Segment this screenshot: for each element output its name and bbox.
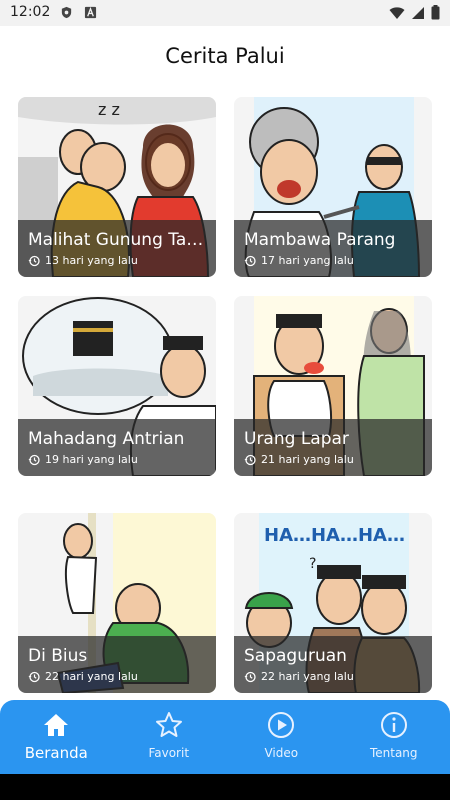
history-icon: [244, 255, 256, 266]
story-title: Di Bius: [28, 646, 88, 666]
battery-icon: [431, 5, 440, 20]
font-a-icon: [84, 6, 97, 19]
story-time: 22 hari yang lalu: [261, 670, 354, 683]
app-screen: 12:02 Cerita Palui z z Malihat Gunung Ta…: [0, 0, 450, 800]
story-card[interactable]: HA…HA…HA… ? Sapaguruan 22 hari yang lalu: [234, 513, 432, 693]
status-icons: [389, 5, 440, 20]
nav-item-video[interactable]: Video: [225, 700, 338, 774]
card-overlay: Sapaguruan 22 hari yang lalu: [234, 636, 432, 693]
home-icon: [44, 714, 69, 736]
story-card[interactable]: Mahadang Antrian 19 hari yang lalu: [18, 296, 216, 476]
story-title: Mahadang Antrian: [28, 429, 185, 449]
wifi-icon: [389, 6, 405, 19]
story-time: 17 hari yang lalu: [261, 254, 354, 267]
story-meta: 21 hari yang lalu: [244, 453, 422, 466]
nav-item-tentang[interactable]: Tentang: [338, 700, 450, 774]
signal-icon: [412, 6, 424, 19]
status-bar: 12:02: [0, 0, 450, 26]
history-icon: [28, 671, 40, 682]
story-title: Malihat Gunung Tahura: [28, 230, 206, 250]
card-overlay: Di Bius 22 hari yang lalu: [18, 636, 216, 693]
story-card[interactable]: Mambawa Parang 17 hari yang lalu: [234, 97, 432, 277]
card-overlay: Mambawa Parang 17 hari yang lalu: [234, 220, 432, 277]
nav-label: Beranda: [24, 744, 88, 762]
info-icon: [380, 712, 407, 738]
history-icon: [28, 255, 40, 266]
nav-label: Favorit: [148, 746, 190, 760]
story-meta: 22 hari yang lalu: [244, 670, 422, 683]
history-icon: [28, 454, 40, 465]
nav-label: Tentang: [369, 746, 418, 760]
card-overlay: Mahadang Antrian 19 hari yang lalu: [18, 419, 216, 476]
star-icon: [155, 712, 182, 737]
story-title: Sapaguruan: [244, 646, 347, 666]
story-time: 13 hari yang lalu: [45, 254, 138, 267]
story-card[interactable]: z z Malihat Gunung Tahura 13 hari yang l…: [18, 97, 216, 277]
bottom-nav: Beranda Favorit Video Tentang: [0, 700, 450, 774]
story-meta: 19 hari yang lalu: [28, 453, 206, 466]
story-time: 19 hari yang lalu: [45, 453, 138, 466]
history-icon: [244, 671, 256, 682]
card-overlay: Urang Lapar 21 hari yang lalu: [234, 419, 432, 476]
story-card[interactable]: Di Bius 22 hari yang lalu: [18, 513, 216, 693]
page-title: Cerita Palui: [165, 44, 285, 68]
nav-item-beranda[interactable]: Beranda: [0, 700, 113, 774]
story-time: 21 hari yang lalu: [261, 453, 354, 466]
svg-text:HA…HA…HA…: HA…HA…HA…: [264, 525, 405, 546]
svg-text:?: ?: [309, 556, 316, 572]
shield-icon: [61, 6, 72, 19]
svg-text:z z: z z: [98, 100, 120, 119]
system-nav-bar: [0, 774, 450, 800]
card-overlay: Malihat Gunung Tahura 13 hari yang lalu: [18, 220, 216, 277]
story-title: Mambawa Parang: [244, 230, 396, 250]
history-icon: [244, 454, 256, 465]
story-meta: 17 hari yang lalu: [244, 254, 422, 267]
story-card[interactable]: Urang Lapar 21 hari yang lalu: [234, 296, 432, 476]
nav-label: Video: [264, 746, 299, 760]
story-meta: 13 hari yang lalu: [28, 254, 206, 267]
story-time: 22 hari yang lalu: [45, 670, 138, 683]
story-title: Urang Lapar: [244, 429, 349, 449]
play-circle-icon: [268, 712, 295, 738]
status-time: 12:02: [10, 4, 51, 20]
story-meta: 22 hari yang lalu: [28, 670, 206, 683]
nav-item-favorit[interactable]: Favorit: [113, 700, 226, 774]
